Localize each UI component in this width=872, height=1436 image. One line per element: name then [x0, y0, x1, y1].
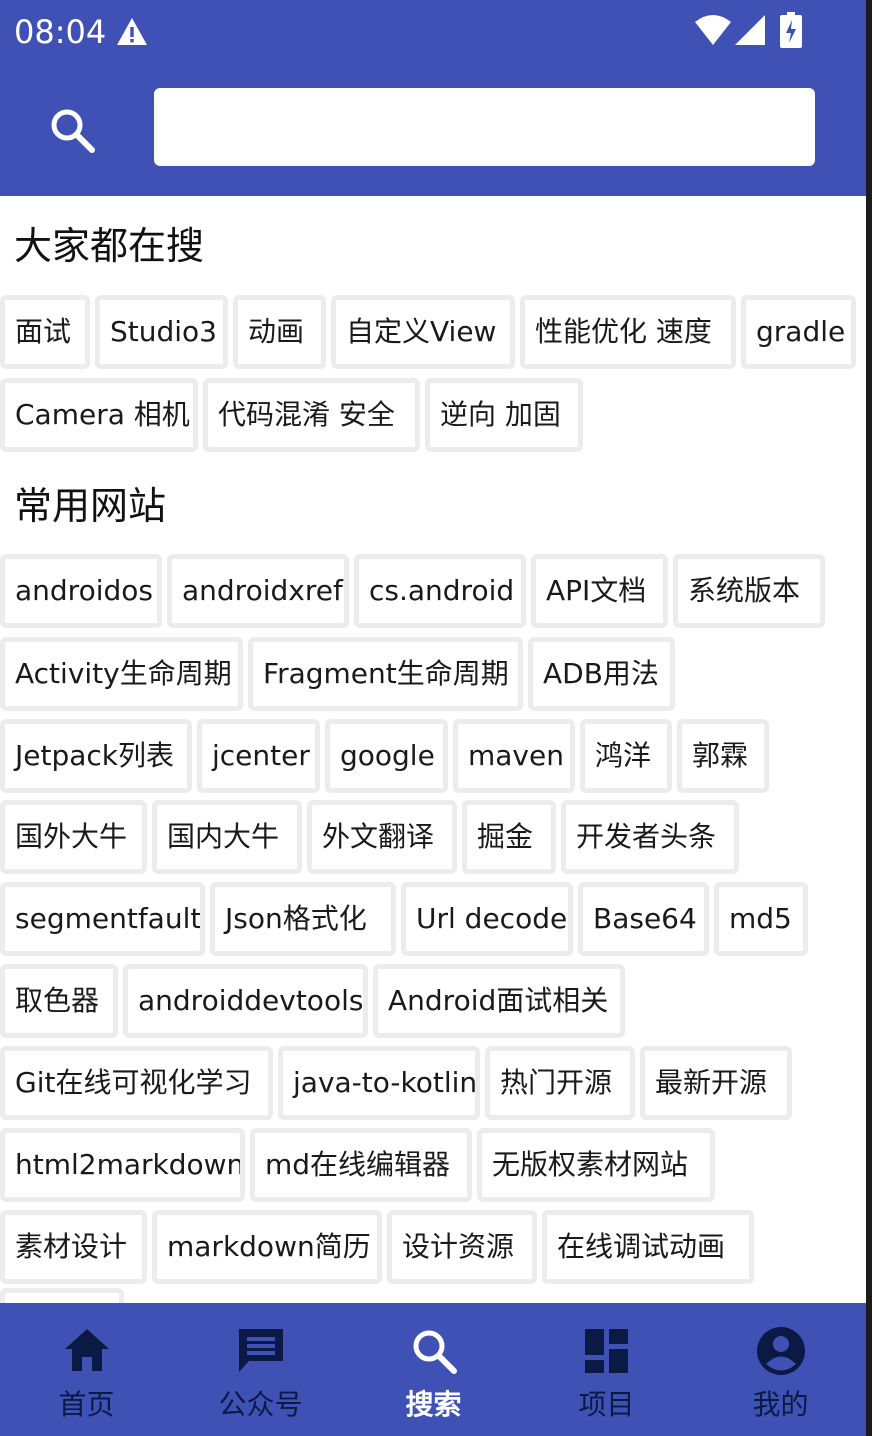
status-time: 08:04	[14, 13, 107, 51]
site-tag[interactable]: cs.android	[354, 554, 526, 628]
site-tag[interactable]: Jetpack列表	[0, 719, 192, 793]
hot-tag[interactable]: gradle	[741, 295, 856, 369]
common-sites-title: 常用网站	[14, 484, 167, 528]
screen-edge	[866, 0, 872, 1436]
status-bar: 08:04	[0, 0, 866, 66]
warning-triangle-icon	[117, 18, 147, 45]
nav-label-mine: 我的	[752, 1388, 809, 1421]
site-tag[interactable]: 鸿洋	[580, 719, 672, 793]
search-icon	[413, 1330, 457, 1374]
site-tag[interactable]: md在线编辑器	[250, 1128, 472, 1202]
hot-tag[interactable]: Studio3	[95, 295, 228, 369]
site-tag[interactable]: Git在线可视化学习	[0, 1046, 273, 1120]
site-tag[interactable]: androidxref	[167, 554, 349, 628]
site-tag[interactable]: 国内大牛	[152, 800, 302, 874]
site-tag[interactable]: 素材设计	[0, 1210, 147, 1284]
hot-tag[interactable]: 代码混淆 安全	[203, 378, 420, 452]
wifi-icon	[695, 15, 731, 45]
battery-charging-icon	[780, 12, 802, 48]
site-tag[interactable]: 外文翻译	[307, 800, 457, 874]
site-tag[interactable]: 系统版本	[673, 554, 825, 628]
site-tag[interactable]: html2markdown	[0, 1128, 245, 1202]
nav-item-projects[interactable]: 项目	[520, 1303, 693, 1436]
site-tag[interactable]: 设计资源	[387, 1210, 537, 1284]
site-tag[interactable]: 在线调试动画	[542, 1210, 754, 1284]
site-tag[interactable]: Activity生命周期	[0, 637, 243, 711]
nav-item-search[interactable]: 搜索	[347, 1303, 520, 1436]
hot-tag[interactable]: 自定义View	[331, 295, 515, 369]
nav-label-search: 搜索	[405, 1388, 462, 1421]
hot-tag[interactable]: Camera 相机	[0, 378, 198, 452]
dashboard-icon	[585, 1329, 628, 1373]
site-tag[interactable]: Base64	[578, 882, 709, 956]
account-icon	[757, 1327, 805, 1375]
site-tag[interactable]: markdown简历	[152, 1210, 382, 1284]
nav-label-projects: 项目	[578, 1388, 635, 1421]
site-tag[interactable]: 热门开源	[485, 1046, 635, 1120]
site-tag[interactable]: 最新开源	[640, 1046, 792, 1120]
site-tag[interactable]: 开发者头条	[561, 800, 739, 874]
chat-icon	[239, 1329, 283, 1372]
nav-item-mine[interactable]: 我的	[694, 1303, 867, 1436]
site-tag[interactable]: Fragment生命周期	[248, 637, 523, 711]
site-tag[interactable]: 掘金	[462, 800, 556, 874]
site-tag[interactable]: 郭霖	[677, 719, 769, 793]
site-tag[interactable]: google	[325, 719, 448, 793]
site-tag[interactable]: java-to-kotlin	[278, 1046, 480, 1120]
hot-tag[interactable]: 逆向 加固	[425, 378, 583, 452]
nav-label-home: 首页	[58, 1388, 115, 1421]
hot-searches-title: 大家都在搜	[14, 224, 205, 268]
site-tag[interactable]: 无版权素材网站	[477, 1128, 715, 1202]
site-tag[interactable]: Json格式化	[210, 882, 396, 956]
site-tag[interactable]: 取色器	[0, 964, 118, 1038]
bottom-navigation: 首页 公众号 搜索 项目 我的	[0, 1303, 866, 1436]
app-bar: 08:04	[0, 0, 866, 196]
hot-tag[interactable]: 性能优化 速度	[520, 295, 736, 369]
cell-signal-icon	[735, 15, 765, 45]
search-input[interactable]	[154, 88, 815, 166]
site-tag[interactable]: Url decode	[401, 882, 573, 956]
hot-tag[interactable]: 动画	[233, 295, 326, 369]
nav-item-official-accounts[interactable]: 公众号	[174, 1303, 347, 1436]
site-tag[interactable]: md5	[714, 882, 808, 956]
nav-item-home[interactable]: 首页	[0, 1303, 173, 1436]
site-tag[interactable]: segmentfault	[0, 882, 205, 956]
nav-label-official-accounts: 公众号	[218, 1388, 303, 1421]
site-tag[interactable]: ADB用法	[528, 637, 675, 711]
site-tag[interactable]: 国外大牛	[0, 800, 147, 874]
site-tag[interactable]: Android面试相关	[373, 964, 625, 1038]
site-tag[interactable]: androiddevtools	[123, 964, 368, 1038]
site-tag[interactable]: jcenter	[197, 719, 320, 793]
site-tag[interactable]: androidos	[0, 554, 162, 628]
home-icon	[65, 1329, 109, 1371]
search-icon[interactable]	[46, 104, 98, 156]
site-tag[interactable]: API文档	[531, 554, 668, 628]
hot-tag[interactable]: 面试	[0, 295, 90, 369]
site-tag[interactable]: maven	[453, 719, 575, 793]
